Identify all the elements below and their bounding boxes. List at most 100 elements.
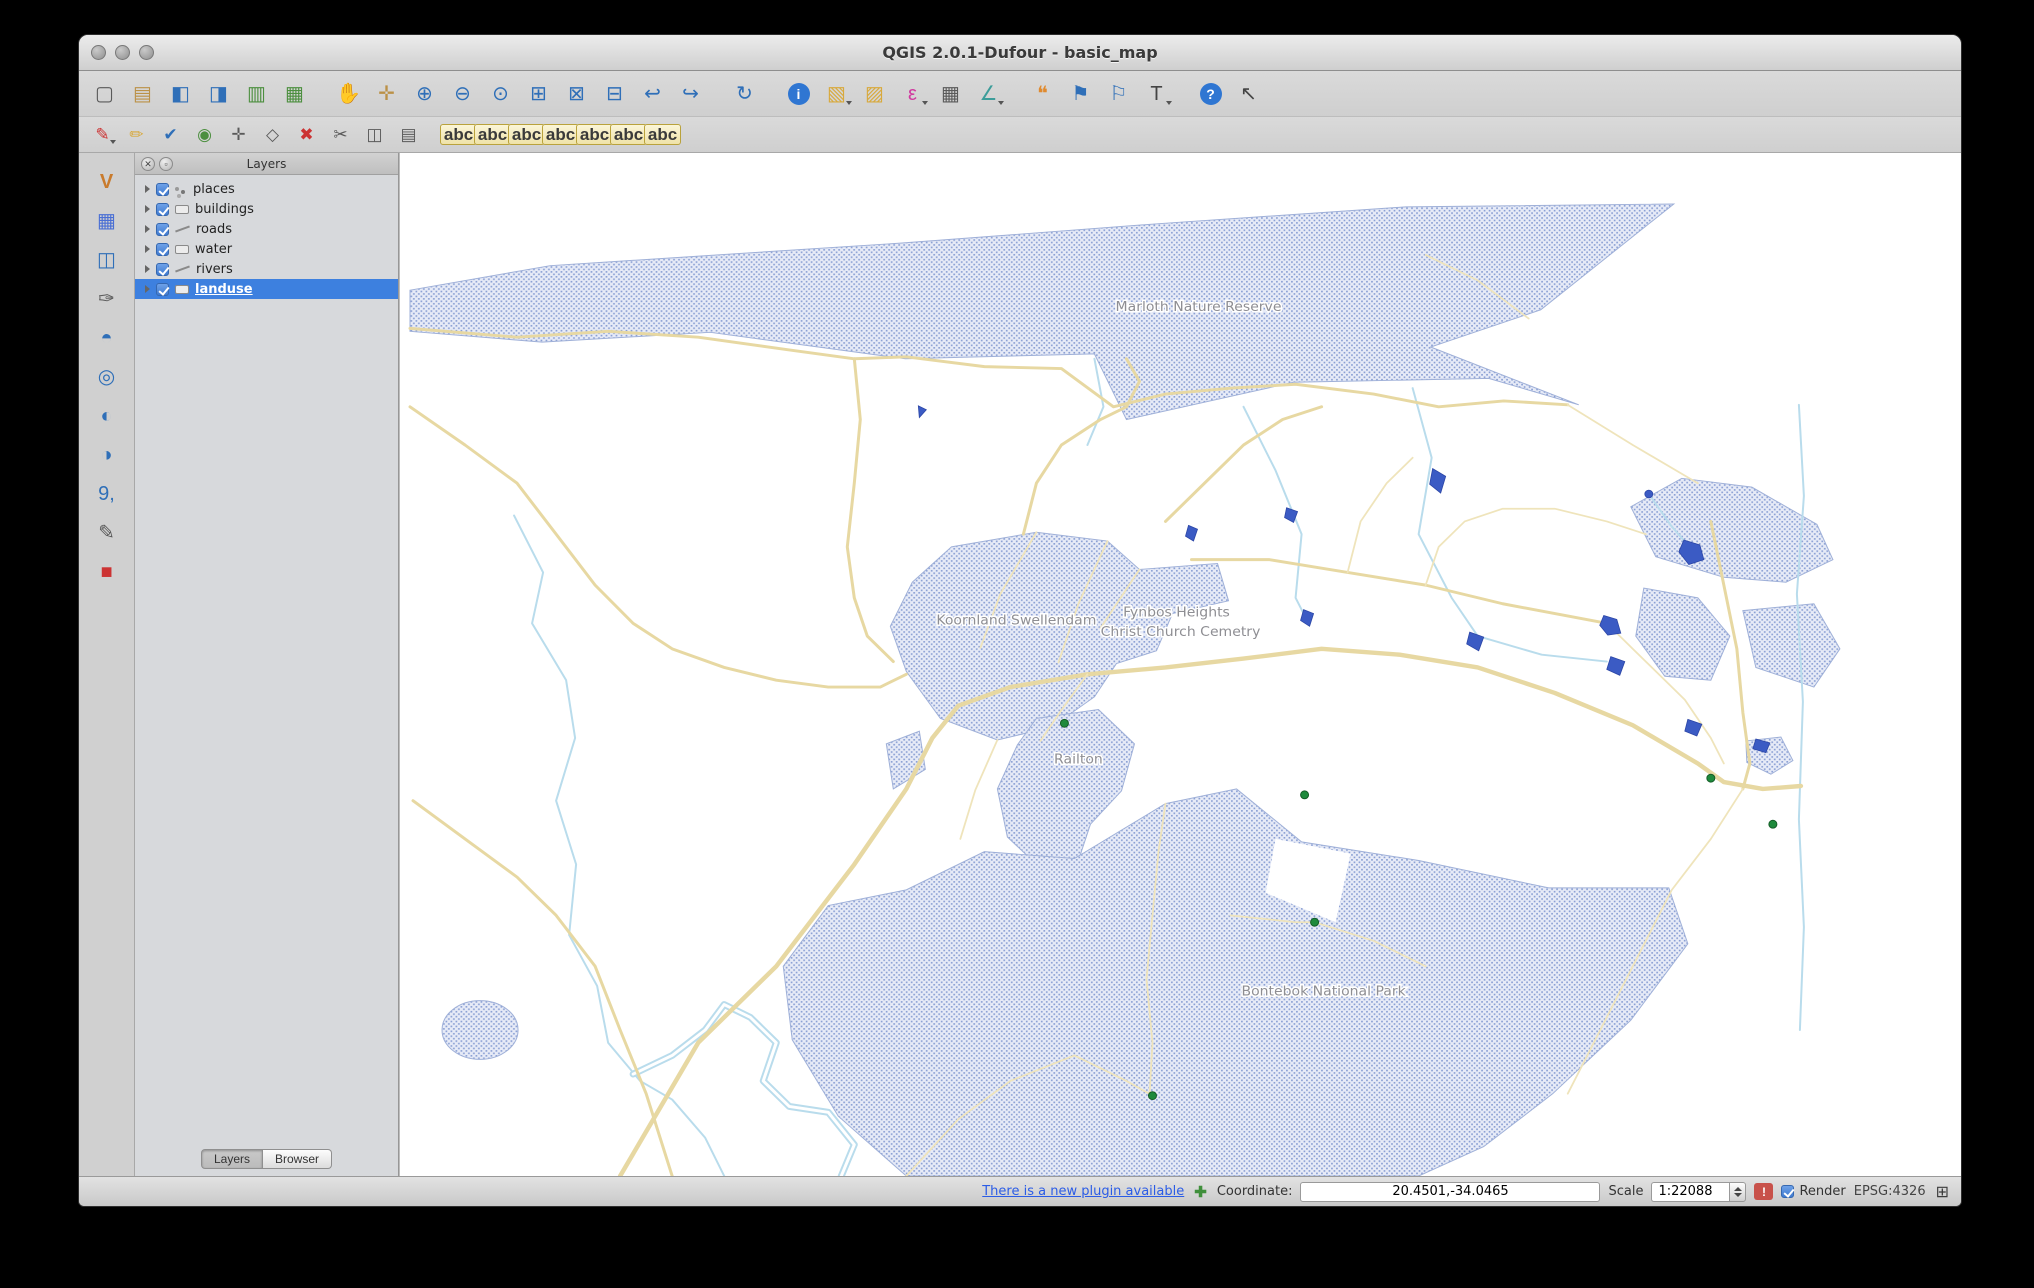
close-window-button[interactable] (91, 45, 106, 60)
zoom-in-button[interactable]: ⊕ (407, 78, 442, 110)
help-button[interactable]: ? (1193, 78, 1228, 110)
run-feature-action-button[interactable]: ε (895, 78, 930, 110)
layer-row-water[interactable]: water (135, 239, 398, 259)
new-shapefile-layer-button[interactable]: ✎ (89, 516, 125, 550)
landuse-polygon-pond (441, 1000, 519, 1060)
delete-selected-button[interactable]: ✖ (291, 121, 322, 149)
scale-input[interactable] (1651, 1181, 1730, 1202)
crs-status-text[interactable]: EPSG:4326 (1854, 1184, 1926, 1199)
paste-features-button[interactable]: ▤ (393, 121, 424, 149)
zoom-window-button[interactable] (139, 45, 154, 60)
water-body (917, 405, 927, 419)
select-features-button[interactable]: ▧ (819, 78, 854, 110)
save-layer-edits-button[interactable]: ✔ (155, 121, 186, 149)
new-bookmark-button[interactable]: ⚑ (1063, 78, 1098, 110)
pin-label-button[interactable]: abc (507, 121, 546, 149)
disclosure-arrow-icon[interactable] (145, 285, 150, 293)
minimize-window-button[interactable] (115, 45, 130, 60)
disclosure-arrow-icon[interactable] (145, 185, 150, 193)
change-label-button[interactable]: abc (643, 121, 682, 149)
zoom-to-selection-button[interactable]: ⊠ (559, 78, 594, 110)
layer-visibility-checkbox[interactable] (156, 182, 169, 196)
zoom-to-layer-button[interactable]: ⊟ (597, 78, 632, 110)
text-annotation-button[interactable]: T (1139, 78, 1174, 110)
copy-features-button[interactable]: ◫ (359, 121, 390, 149)
remove-layer-button[interactable]: ■ (89, 555, 125, 589)
new-composer-button[interactable]: ▥ (239, 78, 274, 110)
node-tool-button[interactable]: ◇ (257, 121, 288, 149)
layer-row-rivers[interactable]: rivers (135, 259, 398, 279)
current-edits-button[interactable]: ✎ (87, 121, 118, 149)
add-wcs-layer-button[interactable]: ◐ (89, 399, 125, 433)
map-label-bontebok: Bontebok National Park (1241, 984, 1405, 1000)
add-delimited-text-button[interactable]: 9, (89, 477, 125, 511)
add-vector-layer-button[interactable]: V (89, 165, 125, 199)
layer-visibility-checkbox[interactable] (156, 262, 169, 276)
add-postgis-layer-button[interactable]: ◫ (89, 243, 125, 277)
close-panel-button[interactable]: ✕ (141, 157, 155, 171)
disclosure-arrow-icon[interactable] (145, 205, 150, 213)
log-messages-icon[interactable]: ! (1754, 1183, 1774, 1200)
disclosure-arrow-icon[interactable] (145, 225, 150, 233)
tab-layers[interactable]: Layers (200, 1149, 263, 1169)
disclosure-arrow-icon[interactable] (145, 265, 150, 273)
rotate-label-button[interactable]: abc (609, 121, 648, 149)
map-label-marloth: Marloth Nature Reserve (1116, 299, 1282, 315)
move-feature-button[interactable]: ✛ (223, 121, 254, 149)
map-tips-button[interactable]: ❝ (1025, 78, 1060, 110)
map-canvas[interactable]: Marloth Nature Reserve Koornland Swellen… (399, 153, 1961, 1176)
save-project-as-button[interactable]: ◨ (201, 78, 236, 110)
layer-visibility-checkbox[interactable] (156, 282, 169, 296)
zoom-native-button[interactable]: ⊙ (483, 78, 518, 110)
add-spatialite-layer-button[interactable]: ✑ (89, 282, 125, 316)
save-project-button[interactable]: ◧ (163, 78, 198, 110)
cut-features-button[interactable]: ✂ (325, 121, 356, 149)
add-feature-button[interactable]: ◉ (189, 121, 220, 149)
scale-stepper[interactable] (1729, 1181, 1747, 1202)
move-label-button[interactable]: abc (575, 121, 614, 149)
label-settings-button[interactable]: abc (473, 121, 512, 149)
layer-row-places[interactable]: places (135, 179, 398, 199)
open-attribute-table-button[interactable]: ▦ (933, 78, 968, 110)
new-plugin-link[interactable]: There is a new plugin available (982, 1184, 1184, 1199)
labeling-button[interactable]: abc (439, 121, 478, 149)
toggle-editing-button[interactable]: ✏ (121, 121, 152, 149)
whats-this-button[interactable]: ↖ (1231, 78, 1266, 110)
new-project-button[interactable]: ▢ (87, 78, 122, 110)
zoom-last-button[interactable]: ↩ (635, 78, 670, 110)
zoom-full-button[interactable]: ⊞ (521, 78, 556, 110)
layer-visibility-checkbox[interactable] (156, 202, 169, 216)
title-bar[interactable]: QGIS 2.0.1-Dufour - basic_map (79, 35, 1961, 71)
layer-row-landuse[interactable]: landuse (135, 279, 398, 299)
add-mssql-layer-button[interactable]: ◓ (89, 321, 125, 355)
layer-row-roads[interactable]: roads (135, 219, 398, 239)
open-project-button[interactable]: ▤ (125, 78, 160, 110)
main-toolbar: ▢ ▤ ◧ ◨ ▥ ▦ ✋ ✛ ⊕ ⊖ ⊙ ⊞ ⊠ ⊟ ↩ ↪ ↻ i ▧ ▨ … (79, 71, 1961, 117)
layer-visibility-checkbox[interactable] (156, 242, 169, 256)
pan-map-button[interactable]: ✋ (331, 78, 366, 110)
pan-to-selection-button[interactable]: ✛ (369, 78, 404, 110)
layer-row-buildings[interactable]: buildings (135, 199, 398, 219)
crs-status-icon[interactable]: ⊞ (1934, 1182, 1951, 1202)
identify-features-button[interactable]: i (781, 78, 816, 110)
measure-button[interactable]: ∠ (971, 78, 1006, 110)
pan-selection-icon: ✛ (378, 82, 395, 105)
composer-manager-button[interactable]: ▦ (277, 78, 312, 110)
render-checkbox[interactable] (1781, 1185, 1795, 1198)
zoom-out-button[interactable]: ⊖ (445, 78, 480, 110)
refresh-map-button[interactable]: ↻ (727, 78, 762, 110)
save-project-as-icon: ◨ (209, 82, 228, 105)
add-wfs-layer-button[interactable]: ◑ (89, 438, 125, 472)
zoom-next-button[interactable]: ↪ (673, 78, 708, 110)
coordinate-input[interactable] (1300, 1181, 1601, 1202)
deselect-features-button[interactable]: ▨ (857, 78, 892, 110)
disclosure-arrow-icon[interactable] (145, 245, 150, 253)
add-raster-layer-button[interactable]: ▦ (89, 204, 125, 238)
highlight-labels-button[interactable]: abc (541, 121, 580, 149)
float-panel-button[interactable]: ▫ (159, 157, 173, 171)
tab-browser[interactable]: Browser (263, 1149, 333, 1169)
show-bookmarks-button[interactable]: ⚐ (1101, 78, 1136, 110)
layer-visibility-checkbox[interactable] (156, 222, 169, 236)
add-wms-layer-button[interactable]: ◎ (89, 360, 125, 394)
plugin-icon[interactable]: ✚ (1192, 1183, 1209, 1201)
